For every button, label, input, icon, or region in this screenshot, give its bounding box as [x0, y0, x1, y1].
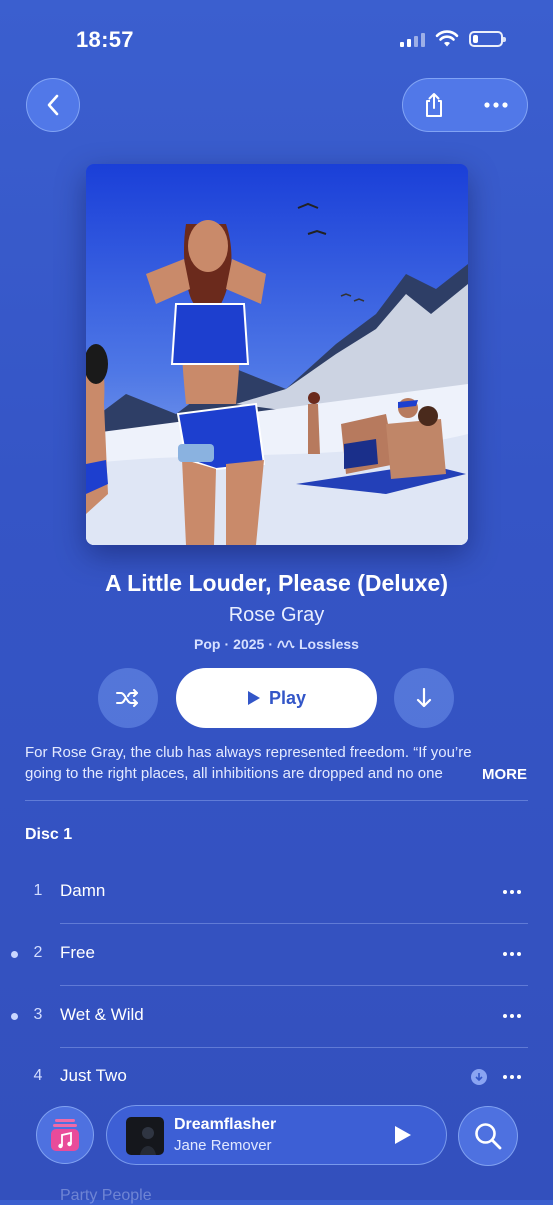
battery-icon [469, 31, 506, 47]
artist-name-link[interactable]: Rose Gray [0, 604, 553, 627]
divider [25, 800, 528, 801]
new-indicator-dot [11, 1013, 18, 1020]
meta-separator: · [224, 636, 230, 652]
track-more-icon[interactable] [503, 1014, 521, 1018]
quality-label: Lossless [299, 636, 359, 652]
shuffle-button[interactable] [98, 668, 158, 728]
track-more-icon[interactable] [503, 952, 521, 956]
play-button-label: Play [268, 687, 307, 708]
track-number: 3 [33, 1006, 43, 1023]
play-button[interactable]: Play [176, 668, 377, 728]
library-button[interactable] [36, 1106, 94, 1164]
track-number: 1 [33, 882, 43, 899]
album-actions-pill [402, 78, 528, 132]
wifi-icon [435, 30, 459, 47]
search-icon [475, 1123, 502, 1150]
track-title: Wet & Wild [60, 1005, 144, 1024]
downloaded-icon [471, 1069, 487, 1085]
track-number: 4 [33, 1067, 43, 1084]
more-options-button[interactable] [465, 102, 527, 108]
album-description[interactable]: For Rose Gray, the club has always repre… [25, 742, 530, 784]
genre-label: Pop [194, 636, 221, 652]
disc-label: Disc 1 [25, 826, 73, 843]
search-button[interactable] [458, 1106, 518, 1166]
back-icon [47, 94, 59, 116]
track-more-icon[interactable] [503, 890, 521, 894]
back-button[interactable] [26, 78, 80, 132]
download-button[interactable] [394, 668, 454, 728]
track-row[interactable]: 1 Damn [0, 862, 553, 924]
track-row[interactable]: 2 Free [0, 924, 553, 986]
now-playing-title: Dreamflasher [174, 1116, 277, 1133]
album-title: A Little Louder, Please (Deluxe) [105, 570, 448, 596]
shuffle-icon [116, 689, 138, 707]
now-playing-artwork [126, 1117, 164, 1155]
share-icon [426, 93, 442, 117]
description-text: For Rose Gray, the club has always repre… [25, 744, 472, 782]
play-icon [395, 1126, 411, 1144]
mini-play-button[interactable] [394, 1125, 412, 1150]
now-playing-artist: Jane Remover [174, 1137, 272, 1154]
new-indicator-dot [11, 951, 18, 958]
year-label: 2025 [233, 636, 265, 652]
mini-player[interactable]: Dreamflasher Jane Remover [106, 1105, 447, 1165]
music-library-icon [51, 1119, 79, 1151]
track-title-partial: Party People [60, 1187, 152, 1204]
more-link[interactable]: MORE [482, 764, 527, 785]
album-artwork [86, 164, 468, 545]
more-icon [484, 102, 508, 108]
track-title: Just Two [60, 1066, 127, 1085]
download-icon [416, 688, 432, 708]
status-icons [400, 30, 506, 48]
lossless-icon [277, 640, 295, 649]
track-row[interactable]: 3 Wet & Wild [0, 986, 553, 1048]
share-button[interactable] [403, 92, 465, 118]
track-title: Free [60, 943, 95, 962]
track-more-icon[interactable] [503, 1075, 521, 1079]
album-metadata: Pop · 2025 · Lossless [0, 636, 553, 652]
track-title: Damn [60, 881, 106, 900]
play-icon [247, 691, 260, 705]
track-number: 2 [33, 944, 43, 961]
cellular-signal-icon [400, 31, 425, 47]
track-row[interactable]: 4 Just Two [0, 1047, 553, 1109]
meta-separator: · [268, 636, 273, 652]
status-time: 18:57 [76, 27, 134, 52]
